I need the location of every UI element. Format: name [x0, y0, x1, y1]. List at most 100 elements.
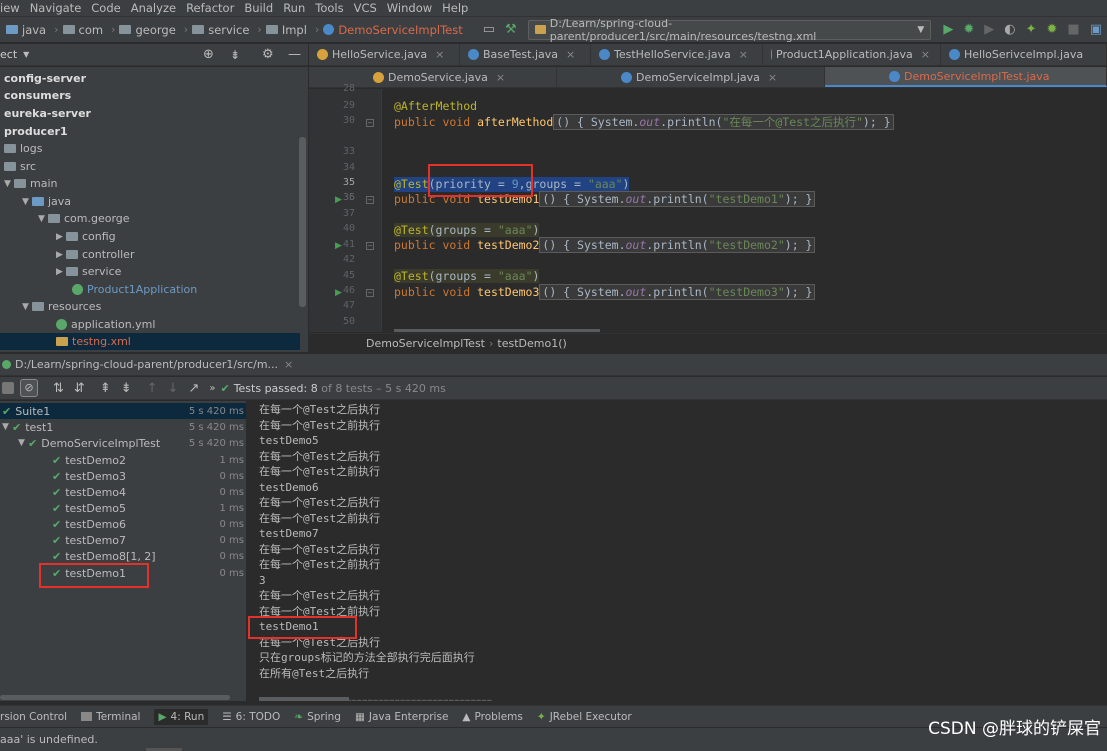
tree-item-logs[interactable]: logs: [4, 140, 43, 157]
show-ignored-icon[interactable]: ⊘: [20, 379, 38, 397]
tool-problems[interactable]: ▲ Problems: [462, 711, 522, 723]
stop-icon[interactable]: [2, 382, 14, 394]
tool-terminal[interactable]: Terminal: [81, 711, 140, 723]
menu-refactor[interactable]: Refactor: [186, 0, 234, 16]
debug-icon[interactable]: ✹: [963, 22, 974, 37]
menu-tools[interactable]: Tools: [315, 0, 343, 16]
more-icon[interactable]: »: [209, 383, 215, 394]
tool-run[interactable]: ▶ 4: Run: [154, 708, 209, 725]
breadcrumb-java[interactable]: java: [6, 23, 46, 37]
tree-item-consumers[interactable]: consumers: [4, 87, 71, 104]
tree-item-resources[interactable]: ▼ resources: [22, 298, 101, 315]
tree-item-controller[interactable]: ▶ controller: [56, 246, 134, 263]
tree-scrollbar[interactable]: [0, 695, 230, 700]
run-coverage-icon[interactable]: ▶: [984, 22, 994, 37]
expand-arrow-icon[interactable]: ▼: [2, 422, 12, 432]
tab-testhelloservice[interactable]: TestHelloService.java ×: [591, 44, 763, 65]
run-tab-label[interactable]: D:/Learn/spring-cloud-parent/producer1/s…: [15, 358, 278, 371]
next-failed-icon[interactable]: ↓: [168, 381, 179, 396]
expand-arrow-icon[interactable]: ▼: [18, 438, 28, 448]
close-icon[interactable]: ×: [284, 358, 293, 371]
gear-icon[interactable]: ⚙: [262, 47, 274, 62]
tree-item-java[interactable]: ▼ java: [22, 193, 71, 210]
tab-product1application[interactable]: Product1Application.java ×: [763, 44, 941, 65]
close-icon[interactable]: ×: [768, 71, 777, 84]
test-node-testdemo8[interactable]: ✔ testDemo8[1, 2] 0 ms: [0, 548, 246, 564]
tab-demoserviceimpl[interactable]: DemoServiceImpl.java ×: [557, 67, 825, 87]
test-node-testdemo5[interactable]: ✔ testDemo5 1 ms: [0, 500, 246, 516]
tree-item-producer1[interactable]: producer1: [4, 123, 68, 140]
menu-code[interactable]: Code: [91, 0, 120, 16]
expand-arrow-icon[interactable]: ▶: [56, 250, 66, 260]
tab-helloserivceimpl[interactable]: HelloSerivceImpl.java: [941, 44, 1107, 65]
test-node-testdemo2[interactable]: ✔ testDemo2 1 ms: [0, 452, 246, 468]
chevron-down-icon[interactable]: ▼: [23, 50, 29, 59]
tool-java-enterprise[interactable]: ▦ Java Enterprise: [355, 711, 448, 723]
build-hammer-icon[interactable]: ⚒: [505, 22, 517, 37]
menu-build[interactable]: Build: [244, 0, 273, 16]
breadcrumb-com[interactable]: com: [62, 23, 103, 37]
profile-icon[interactable]: ◐: [1004, 22, 1015, 37]
test-node-testdemo3[interactable]: ✔ testDemo3 0 ms: [0, 468, 246, 484]
menu-analyze[interactable]: Analyze: [131, 0, 176, 16]
menu-window[interactable]: Window: [387, 0, 432, 16]
breadcrumb-method[interactable]: testDemo1(): [497, 337, 566, 350]
test-node-class[interactable]: ▼ ✔ DemoServiceImplTest 5 s 420 ms: [0, 435, 246, 451]
close-icon[interactable]: ×: [496, 71, 505, 84]
expand-arrow-icon[interactable]: ▶: [56, 232, 66, 242]
tree-item-eureka-server[interactable]: eureka-server: [4, 105, 91, 122]
close-icon[interactable]: ×: [566, 48, 575, 61]
tree-item-src[interactable]: src: [4, 158, 36, 175]
breadcrumb-impl[interactable]: Impl: [265, 23, 307, 37]
tool-jrebel-executor[interactable]: ✦ JRebel Executor: [537, 711, 632, 723]
tree-item-application-yml[interactable]: application.yml: [56, 316, 155, 333]
tab-basetest[interactable]: BaseTest.java ×: [460, 44, 591, 65]
tree-item-product1application[interactable]: Product1Application: [72, 281, 197, 298]
tool-todo[interactable]: ☰ 6: TODO: [222, 711, 280, 723]
test-node-suite1[interactable]: ✔ Suite1 5 s 420 ms: [0, 403, 246, 419]
tool-version-control[interactable]: rsion Control: [0, 711, 67, 723]
fold-icon[interactable]: −: [366, 289, 374, 297]
menu-help[interactable]: Help: [442, 0, 468, 16]
tab-demoserviceimpltest[interactable]: DemoServiceImplTest.java: [825, 67, 1107, 87]
stop-icon[interactable]: ■: [1067, 22, 1079, 37]
expand-arrow-icon[interactable]: ▼: [4, 179, 14, 189]
test-node-testdemo7[interactable]: ✔ testDemo7 0 ms: [0, 532, 246, 548]
collapse-all-icon[interactable]: ⇟: [230, 48, 240, 62]
breadcrumb-class[interactable]: DemoServiceImplTest: [366, 337, 485, 350]
sort-alpha-icon[interactable]: ⇅: [53, 381, 64, 396]
expand-arrow-icon[interactable]: ▼: [38, 214, 48, 224]
menu-run[interactable]: Run: [283, 0, 305, 16]
menu-vcs[interactable]: VCS: [354, 0, 377, 16]
collapse-all-icon[interactable]: ⇟: [121, 381, 132, 396]
tab-helloservice[interactable]: HelloService.java ×: [309, 44, 460, 65]
breadcrumb-service[interactable]: service: [192, 23, 249, 37]
breadcrumb-george[interactable]: george: [119, 23, 176, 37]
test-node-testdemo4[interactable]: ✔ testDemo4 0 ms: [0, 484, 246, 500]
tree-item-service[interactable]: ▶ service: [56, 263, 121, 280]
expand-arrow-icon[interactable]: ▶: [56, 267, 66, 277]
menu-view[interactable]: iew: [0, 0, 20, 16]
sdk-icon[interactable]: ▣: [1090, 22, 1102, 37]
run-configuration-select[interactable]: D:/Learn/spring-cloud-parent/producer1/s…: [527, 17, 932, 43]
fold-icon[interactable]: −: [366, 196, 374, 204]
tree-item-testng-xml[interactable]: testng.xml: [0, 333, 300, 350]
breadcrumb-active-file[interactable]: DemoServiceImplTest: [323, 23, 463, 37]
menu-navigate[interactable]: Navigate: [30, 0, 82, 16]
fold-icon[interactable]: −: [366, 119, 374, 127]
code-editor[interactable]: @AfterMethod public void afterMethod() {…: [383, 89, 1107, 332]
tool-spring[interactable]: ❧ Spring: [294, 711, 341, 723]
expand-all-icon[interactable]: ⇞: [100, 381, 111, 396]
export-icon[interactable]: ↗: [188, 381, 199, 396]
run-config-icon[interactable]: ▭: [483, 22, 495, 37]
tree-item-com-george[interactable]: ▼ com.george: [38, 210, 130, 227]
fold-icon[interactable]: −: [366, 242, 374, 250]
console-output[interactable]: 在每一个@Test之后执行 在每一个@Test之前执行 testDemo5 在每…: [248, 401, 1107, 701]
jrebel-run-icon[interactable]: ✦: [1026, 22, 1037, 37]
jrebel-debug-icon[interactable]: ✹: [1047, 22, 1058, 37]
run-icon[interactable]: ▶: [943, 22, 953, 37]
tree-item-config-server[interactable]: config-server: [4, 70, 86, 87]
test-node-testdemo6[interactable]: ✔ testDemo6 0 ms: [0, 516, 246, 532]
previous-failed-icon[interactable]: ↑: [147, 381, 158, 396]
test-node-test1[interactable]: ▼ ✔ test1 5 s 420 ms: [0, 419, 246, 435]
